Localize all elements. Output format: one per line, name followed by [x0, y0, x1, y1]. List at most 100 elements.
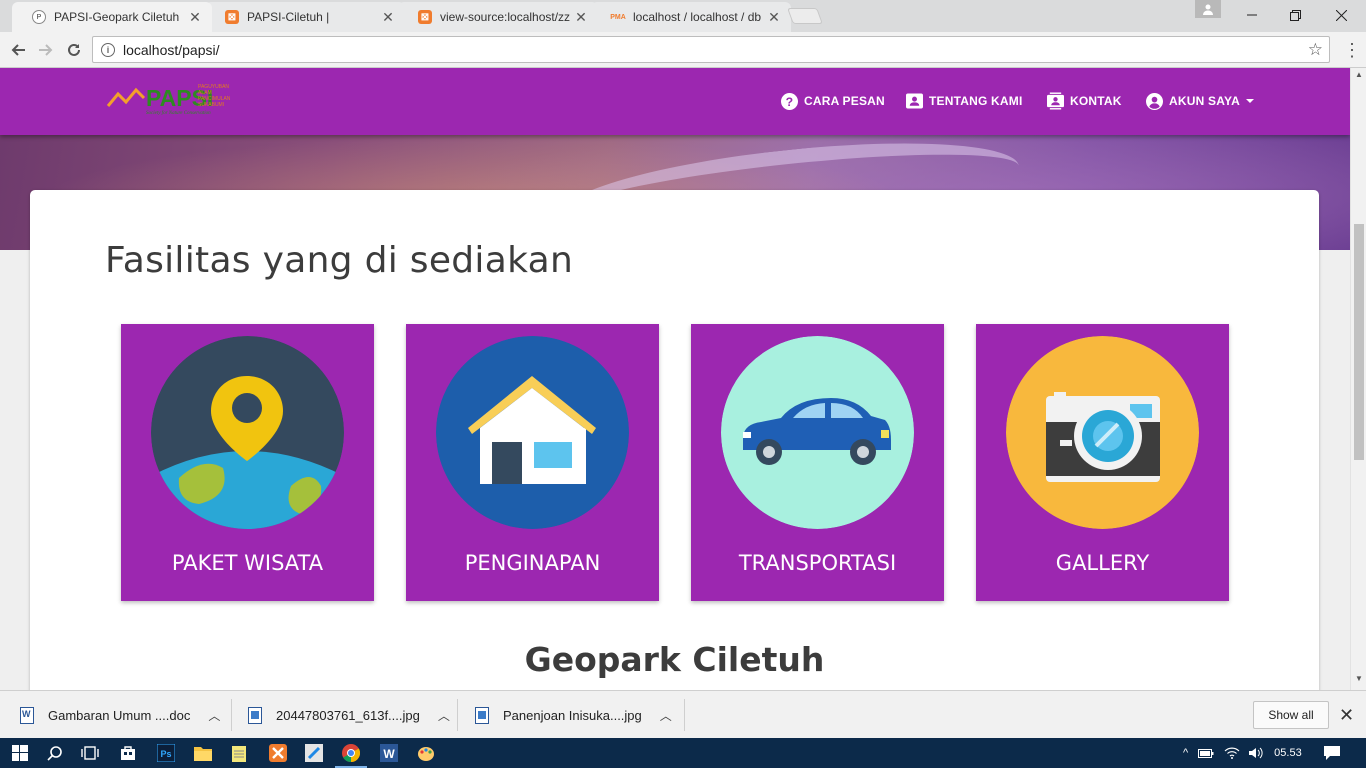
nav-tentang-kami[interactable]: TENTANG KAMI [906, 90, 1023, 112]
search-icon[interactable] [45, 743, 65, 763]
car-icon [721, 336, 914, 529]
volume-icon[interactable] [1248, 747, 1264, 759]
download-filename: Gambaran Umum ....doc [48, 707, 191, 723]
feature-circle [721, 336, 914, 529]
feature-label: PAKET WISATA [171, 551, 324, 575]
account-circle-icon [1146, 92, 1163, 110]
nav-akun-saya[interactable]: AKUN SAYA [1146, 90, 1255, 112]
scroll-down-arrow-icon[interactable]: ▼ [1351, 674, 1366, 688]
contact-card-icon [1047, 92, 1064, 110]
feature-paket-wisata[interactable]: PAKET WISATA [121, 324, 374, 601]
forward-button[interactable] [34, 38, 58, 62]
page-viewport: PAPSI PAGUYUBAN ALAM PANCIMULAN SUKABUMI… [0, 68, 1350, 690]
download-filename: 20447803761_613f....jpg [276, 707, 420, 723]
svg-text:SUKABUMI: SUKABUMI [198, 102, 224, 108]
info-icon[interactable]: i [101, 42, 115, 57]
star-icon[interactable]: ☆ [1308, 40, 1323, 60]
browser-menu-button[interactable]: ⋮ [1342, 40, 1362, 60]
xampp-icon: ⊠ [225, 10, 239, 24]
feature-label: GALLERY [1055, 551, 1150, 575]
photoshop-icon[interactable]: Ps [156, 743, 176, 763]
restore-icon [1289, 9, 1301, 21]
chevron-up-icon[interactable]: ^ [1183, 747, 1188, 759]
close-icon[interactable]: ✕ [188, 9, 202, 26]
clock[interactable]: 05.53 [1274, 747, 1302, 759]
notepad-icon[interactable] [229, 743, 249, 763]
close-icon[interactable]: ✕ [767, 9, 781, 26]
close-icon [1335, 9, 1347, 21]
tab-phpmyadmin[interactable]: PMA localhost / localhost / db ✕ [591, 2, 791, 32]
tab-papsi-ciletuh[interactable]: ⊠ PAPSI-Ciletuh | ✕ [205, 2, 405, 32]
scroll-up-arrow-icon[interactable]: ▲ [1351, 70, 1366, 84]
scrollbar-thumb[interactable] [1354, 224, 1364, 460]
facilities-card: Fasilitas yang di sediakan PAKET WISATA [30, 190, 1319, 690]
nav-kontak[interactable]: KONTAK [1047, 90, 1122, 112]
minimize-button[interactable] [1229, 0, 1275, 30]
word-file-icon [20, 706, 34, 724]
show-all-button[interactable]: Show all [1253, 701, 1329, 729]
download-filename: Panenjoan Inisuka....jpg [503, 707, 642, 723]
editor-icon[interactable] [304, 743, 324, 763]
browser-tab-strip: P PAPSI-Geopark Ciletuh ✕ ⊠ PAPSI-Ciletu… [0, 0, 1366, 32]
task-view-icon[interactable] [80, 743, 100, 763]
feature-circle [436, 336, 629, 529]
windows-taskbar: Ps W ^ 05.53 [0, 738, 1366, 768]
download-item[interactable]: 20447803761_613f....jpg ︿ [248, 691, 450, 739]
minimize-icon [1247, 14, 1257, 16]
store-icon[interactable] [118, 743, 138, 763]
tab-papsi-geopark[interactable]: P PAPSI-Geopark Ciletuh ✕ [12, 2, 212, 32]
camera-icon [1006, 336, 1199, 529]
nav-label: CARA PESAN [804, 94, 885, 108]
new-tab-button[interactable] [787, 8, 823, 24]
tab-title: PAPSI-Ciletuh | [247, 10, 330, 24]
site-logo[interactable]: PAPSI PAGUYUBAN ALAM PANCIMULAN SUKABUMI… [106, 76, 236, 116]
browser-toolbar: i localhost/papsi/ ☆ ⋮ [0, 32, 1366, 68]
windows-start-icon[interactable] [10, 743, 30, 763]
download-item[interactable]: Panenjoan Inisuka....jpg ︿ [475, 691, 672, 739]
download-item[interactable]: Gambaran Umum ....doc ︿ [20, 691, 220, 739]
feature-penginapan[interactable]: PENGINAPAN [406, 324, 659, 601]
arrow-right-icon [39, 44, 53, 56]
map-pin-globe-icon [151, 336, 344, 529]
address-bar[interactable]: i localhost/papsi/ ☆ [92, 36, 1330, 63]
wifi-icon[interactable] [1224, 747, 1240, 759]
battery-icon[interactable] [1198, 747, 1214, 759]
house-icon [436, 336, 629, 529]
site-navbar: PAPSI PAGUYUBAN ALAM PANCIMULAN SUKABUMI… [0, 68, 1350, 135]
close-icon[interactable]: ✕ [1339, 705, 1354, 726]
chevron-up-icon[interactable]: ︿ [208, 707, 220, 724]
window-close-button[interactable] [1318, 0, 1364, 30]
nav-label: TENTANG KAMI [929, 94, 1023, 108]
paint-icon[interactable] [416, 743, 436, 763]
id-card-icon [906, 93, 923, 109]
feature-gallery[interactable]: GALLERY [976, 324, 1229, 601]
divider [231, 699, 232, 731]
tab-title: localhost / localhost / db [633, 10, 762, 24]
feature-label: PENGINAPAN [464, 551, 601, 575]
nav-cara-pesan[interactable]: ? CARA PESAN [781, 90, 885, 112]
tab-title: PAPSI-Geopark Ciletuh [54, 10, 180, 24]
reload-button[interactable] [62, 38, 86, 62]
file-explorer-icon[interactable] [193, 743, 213, 763]
word-icon[interactable]: W [379, 743, 399, 763]
notification-icon[interactable] [1323, 746, 1340, 760]
tab-view-source[interactable]: ⊠ view-source:localhost/zz ✕ [398, 2, 598, 32]
xampp-icon[interactable] [268, 743, 288, 763]
chevron-up-icon[interactable]: ︿ [660, 707, 672, 724]
chrome-icon[interactable] [335, 743, 367, 768]
chevron-up-icon[interactable]: ︿ [438, 707, 450, 724]
person-icon [1203, 4, 1213, 15]
back-button[interactable] [6, 38, 30, 62]
nav-label: AKUN SAYA [1169, 94, 1240, 108]
geopark-title: Geopark Ciletuh [524, 640, 825, 679]
image-file-icon [248, 706, 262, 724]
tab-title: view-source:localhost/zz [440, 10, 571, 24]
restore-button[interactable] [1272, 0, 1318, 30]
close-icon[interactable]: ✕ [574, 9, 588, 26]
page-scrollbar[interactable]: ▲ ▼ [1350, 68, 1366, 690]
downloads-shelf: Gambaran Umum ....doc ︿ 20447803761_613f… [0, 690, 1366, 738]
image-file-icon [475, 706, 489, 724]
profile-button[interactable] [1195, 0, 1221, 18]
feature-transportasi[interactable]: TRANSPORTASI [691, 324, 944, 601]
close-icon[interactable]: ✕ [381, 9, 395, 26]
